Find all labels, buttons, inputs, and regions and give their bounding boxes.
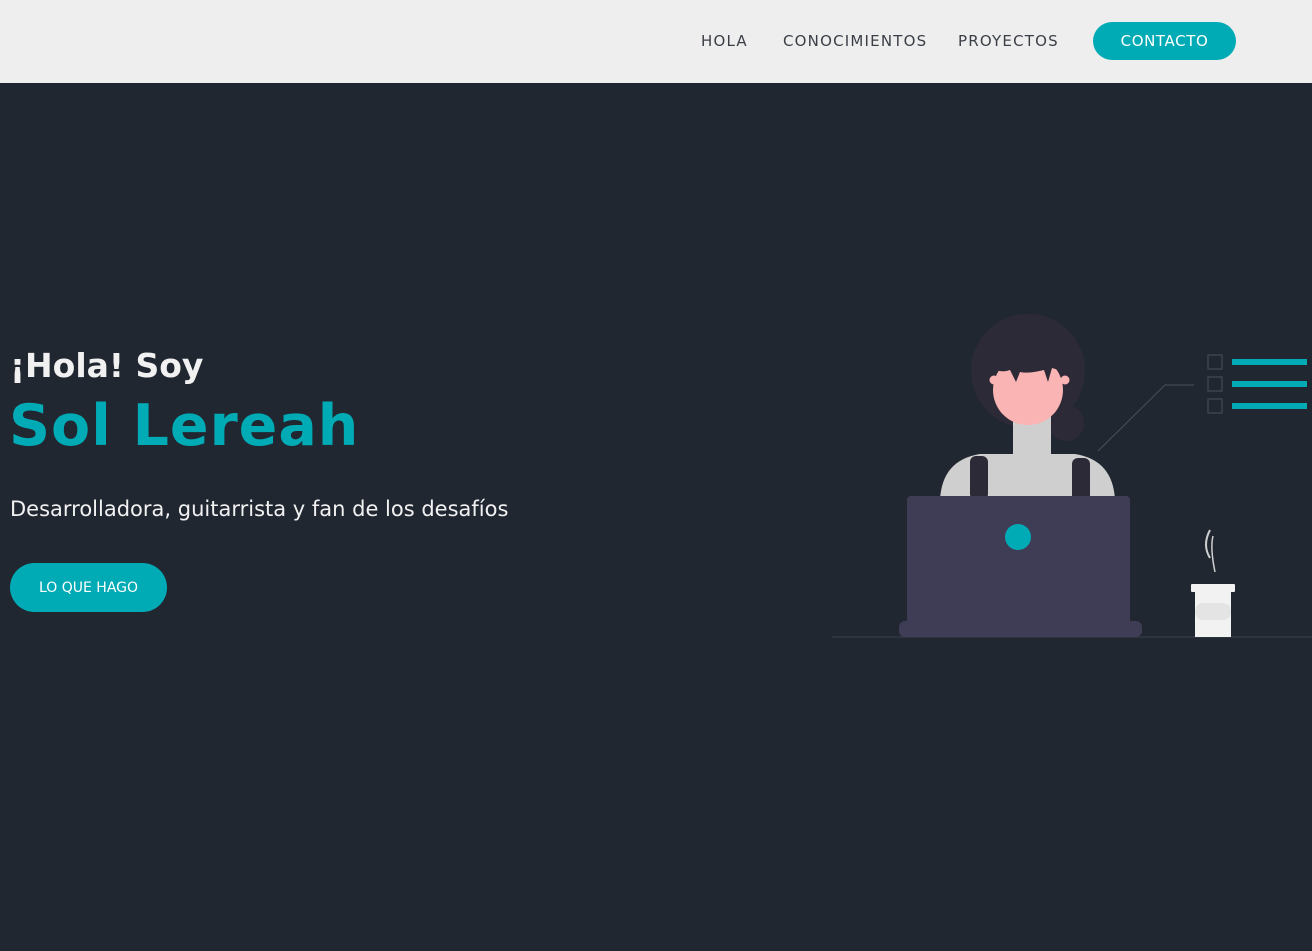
woman-figure — [940, 314, 1115, 502]
hero-greeting: ¡Hola! Soy — [10, 346, 204, 385]
nav-link-proyectos[interactable]: PROYECTOS — [958, 32, 1059, 50]
nav-link-conocimientos[interactable]: CONOCIMIENTOS — [783, 32, 927, 50]
laptop — [899, 496, 1142, 637]
hero-name: Sol Lereah — [9, 393, 360, 459]
laptop-logo — [1005, 524, 1031, 550]
coffee-cup-icon — [1191, 529, 1235, 637]
navbar: HOLA CONOCIMIENTOS PROYECTOS CONTACTO — [0, 0, 1312, 83]
woman-at-laptop-illustration — [832, 314, 1312, 638]
checklist-icon — [1207, 354, 1307, 414]
hero-tagline: Desarrolladora, guitarrista y fan de los… — [10, 497, 509, 521]
what-i-do-button[interactable]: LO QUE HAGO — [10, 563, 167, 612]
pointer-line — [1097, 384, 1194, 452]
nav-link-hola[interactable]: HOLA — [701, 32, 748, 50]
contact-button[interactable]: CONTACTO — [1093, 22, 1236, 60]
